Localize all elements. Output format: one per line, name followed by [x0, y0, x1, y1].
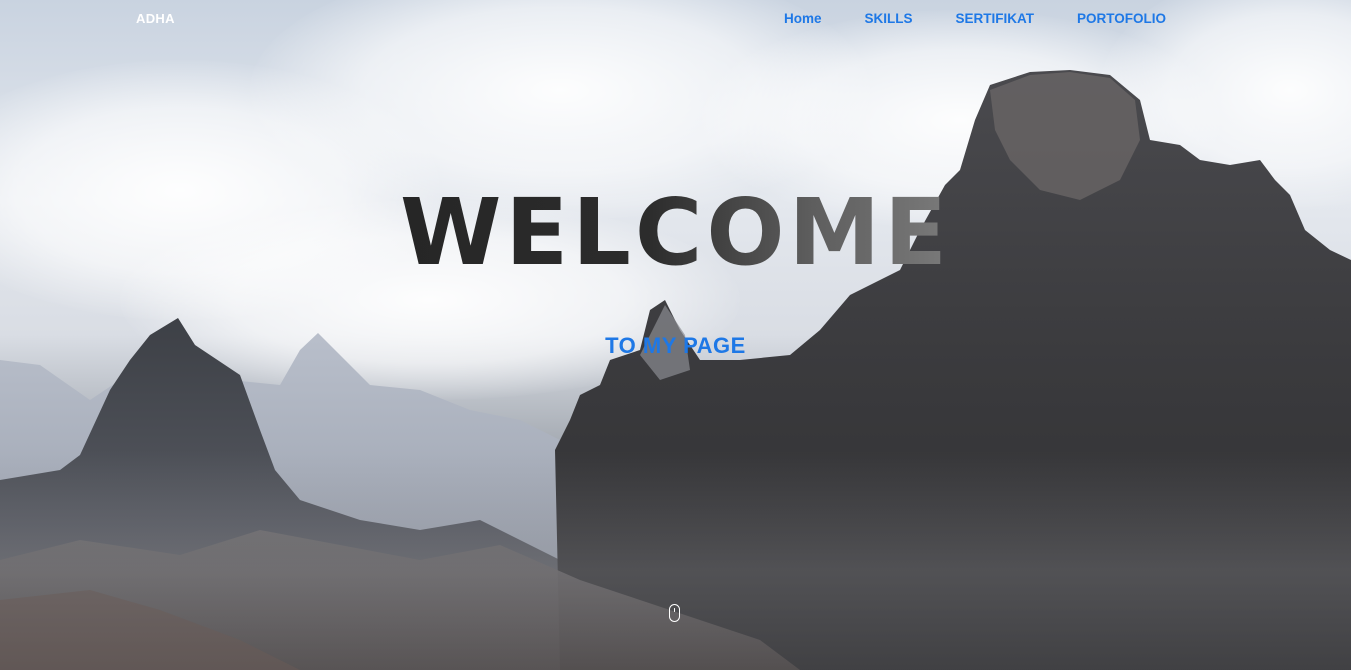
hero-subtitle: TO MY PAGE [605, 333, 746, 358]
fog-overlay [0, 450, 1351, 670]
nav-link-sertifikat[interactable]: SERTIFIKAT [956, 11, 1035, 26]
hero-title-text: WELCOME [399, 179, 952, 286]
nav-links: Home SKILLS SERTIFIKAT PORTOFOLIO [784, 11, 1166, 26]
mouse-scroll-icon[interactable] [669, 604, 680, 622]
hero-section: ADHA Home SKILLS SERTIFIKAT PORTOFOLIO W… [0, 0, 1351, 670]
hero-title: WELCOME [0, 178, 1351, 288]
nav-link-skills[interactable]: SKILLS [865, 11, 913, 26]
nav-link-portofolio[interactable]: PORTOFOLIO [1077, 11, 1166, 26]
brand-logo[interactable]: ADHA [136, 11, 175, 26]
nav-link-home[interactable]: Home [784, 11, 822, 26]
top-navbar: ADHA Home SKILLS SERTIFIKAT PORTOFOLIO [0, 0, 1351, 38]
